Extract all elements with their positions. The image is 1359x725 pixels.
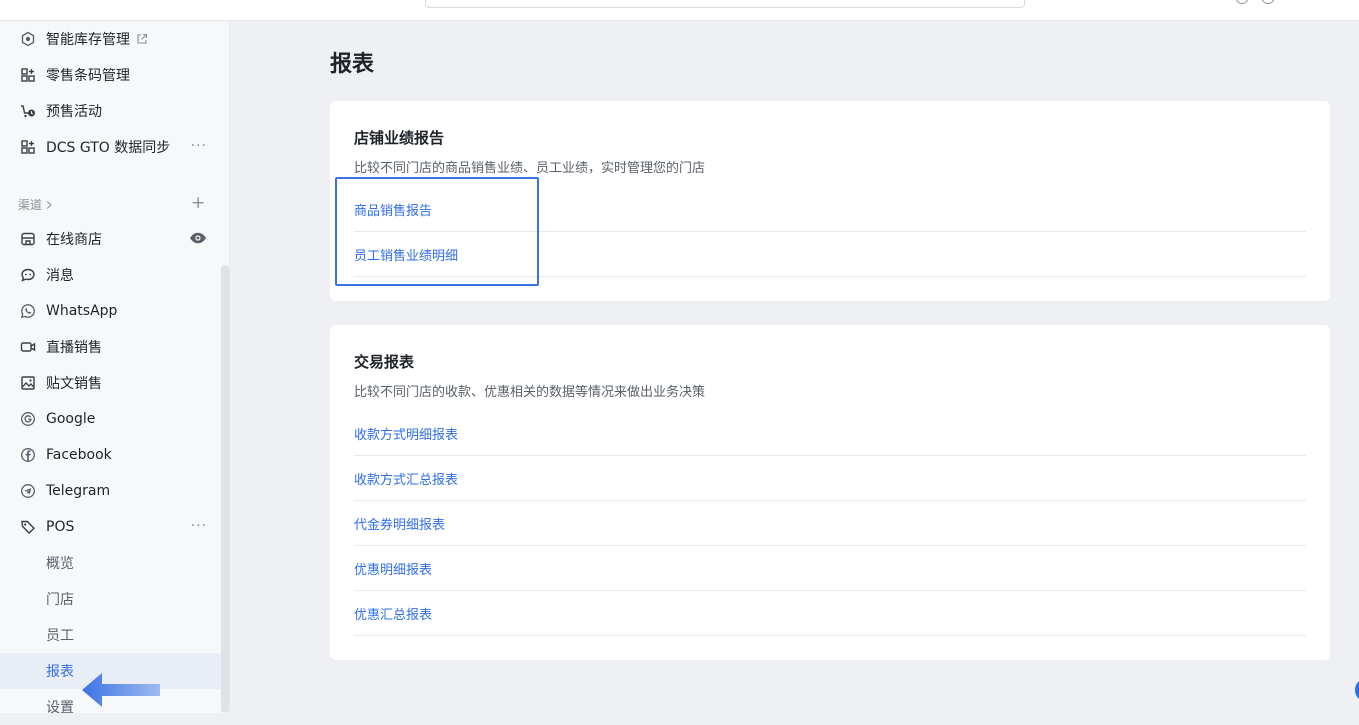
sidebar-item-label: POS <box>46 519 75 535</box>
sidebar-item-telegram[interactable]: Telegram <box>0 473 221 509</box>
sidebar-item-label: 智能库存管理 <box>46 32 130 48</box>
discount-detail-link[interactable]: 优惠明细报表 <box>354 559 432 578</box>
sidebar-subitem-label: 设置 <box>46 700 74 716</box>
sidebar-subitem-stores[interactable]: 门店 <box>0 581 221 617</box>
external-link-icon <box>136 33 148 45</box>
image-post-icon <box>20 375 36 391</box>
discount-summary-link[interactable]: 优惠汇总报表 <box>354 604 432 623</box>
sidebar-subitem-overview[interactable]: 概览 <box>0 545 221 581</box>
sidebar-item-label: DCS GTO 数据同步 <box>46 140 171 156</box>
transaction-report-card: 交易报表 比较不同门店的收款、优惠相关的数据等情况来做出业务决策 收款方式明细报… <box>330 325 1330 660</box>
brand-logo <box>18 0 150 4</box>
voucher-detail-link[interactable]: 代金券明细报表 <box>354 514 445 533</box>
sidebar-item-label: Telegram <box>46 483 111 499</box>
apps-grid-icon <box>20 67 36 83</box>
price-tag-icon <box>20 519 36 535</box>
sidebar-subitem-label: 报表 <box>46 664 74 680</box>
floating-chat-button[interactable] <box>1355 678 1359 702</box>
video-camera-icon <box>20 339 36 355</box>
payment-method-summary-link[interactable]: 收款方式汇总报表 <box>354 469 458 488</box>
cart-clock-icon <box>20 103 36 119</box>
top-bar <box>0 0 1359 21</box>
list-item: 收款方式明细报表 <box>354 411 1306 456</box>
sidebar-item-barcode[interactable]: 零售条码管理 <box>0 57 221 93</box>
sidebar-item-label: 预售活动 <box>46 104 102 120</box>
payment-method-detail-link[interactable]: 收款方式明细报表 <box>354 424 458 443</box>
sidebar-item-label: 在线商店 <box>46 232 102 248</box>
list-item: 优惠明细报表 <box>354 546 1306 591</box>
apps-grid-icon <box>20 139 36 155</box>
facebook-icon <box>20 447 36 463</box>
sidebar-scrollbar[interactable] <box>221 265 229 713</box>
list-item: 员工销售业绩明细 <box>354 232 1306 277</box>
sidebar-subitem-staff[interactable]: 员工 <box>0 617 221 653</box>
chevron-right-icon <box>46 200 53 210</box>
telegram-icon <box>20 483 36 499</box>
sidebar-subitem-label: 门店 <box>46 592 74 608</box>
main-content: 报表 店铺业绩报告 比较不同门店的商品销售业绩、员工业绩，实时管理您的门店 商品… <box>230 21 1359 713</box>
annotation-arrow-icon <box>82 673 160 707</box>
card-title: 店铺业绩报告 <box>354 129 445 147</box>
notification-icon[interactable] <box>1262 0 1274 4</box>
list-item: 代金券明细报表 <box>354 501 1306 546</box>
sidebar-item-presale[interactable]: 预售活动 <box>0 93 221 129</box>
sidebar: 智能库存管理 零售条码管理 预售活动 DCS GTO 数据同步 ··· 渠道 + <box>0 21 230 716</box>
card-description: 比较不同门店的商品销售业绩、员工业绩，实时管理您的门店 <box>354 161 706 176</box>
sidebar-item-whatsapp[interactable]: WhatsApp <box>0 293 221 329</box>
hexagon-cube-icon <box>20 31 36 47</box>
sidebar-item-messages[interactable]: 消息 <box>0 257 221 293</box>
staff-sales-detail-link[interactable]: 员工销售业绩明细 <box>354 245 458 264</box>
sidebar-item-dcs-gto-sync[interactable]: DCS GTO 数据同步 ··· <box>0 129 221 165</box>
sidebar-item-label: 零售条码管理 <box>46 68 130 84</box>
chat-bubble-icon <box>20 267 36 283</box>
sidebar-item-label: Google <box>46 411 96 427</box>
list-item: 收款方式汇总报表 <box>354 456 1306 501</box>
card-description: 比较不同门店的收款、优惠相关的数据等情况来做出业务决策 <box>354 385 706 400</box>
sidebar-item-live-selling[interactable]: 直播销售 <box>0 329 221 365</box>
whatsapp-icon <box>20 303 36 319</box>
sidebar-item-label: 消息 <box>46 268 74 284</box>
more-options-icon[interactable]: ··· <box>191 518 207 534</box>
sidebar-subitem-label: 概览 <box>46 556 74 572</box>
store-performance-card: 店铺业绩报告 比较不同门店的商品销售业绩、员工业绩，实时管理您的门店 商品销售报… <box>330 101 1330 301</box>
sidebar-item-label: 直播销售 <box>46 340 102 356</box>
google-icon <box>20 411 36 427</box>
list-item: 商品销售报告 <box>354 187 1306 232</box>
sidebar-item-smart-inventory[interactable]: 智能库存管理 <box>0 21 221 57</box>
sidebar-item-label: Facebook <box>46 447 112 463</box>
sidebar-item-label: 贴文销售 <box>46 376 102 392</box>
sidebar-item-google[interactable]: Google <box>0 401 221 437</box>
sidebar-item-pos[interactable]: POS ··· <box>0 509 221 545</box>
help-icon[interactable] <box>1236 0 1248 4</box>
sidebar-item-online-store[interactable]: 在线商店 <box>0 221 221 257</box>
sidebar-item-label: WhatsApp <box>46 303 118 319</box>
add-channel-button[interactable]: + <box>191 193 205 213</box>
channels-section-toggle[interactable]: 渠道 <box>18 196 53 213</box>
channels-section-label: 渠道 <box>18 198 43 212</box>
more-options-icon[interactable]: ··· <box>191 138 207 154</box>
card-title: 交易报表 <box>354 353 415 371</box>
sidebar-item-post-selling[interactable]: 贴文销售 <box>0 365 221 401</box>
sidebar-subitem-label: 员工 <box>46 628 74 644</box>
sidebar-item-facebook[interactable]: Facebook <box>0 437 221 473</box>
eye-icon[interactable] <box>189 231 207 245</box>
list-item: 优惠汇总报表 <box>354 591 1306 636</box>
storefront-icon <box>20 231 36 247</box>
product-sales-report-link[interactable]: 商品销售报告 <box>354 200 432 219</box>
global-search-input[interactable] <box>425 0 1025 8</box>
page-title: 报表 <box>330 52 375 77</box>
